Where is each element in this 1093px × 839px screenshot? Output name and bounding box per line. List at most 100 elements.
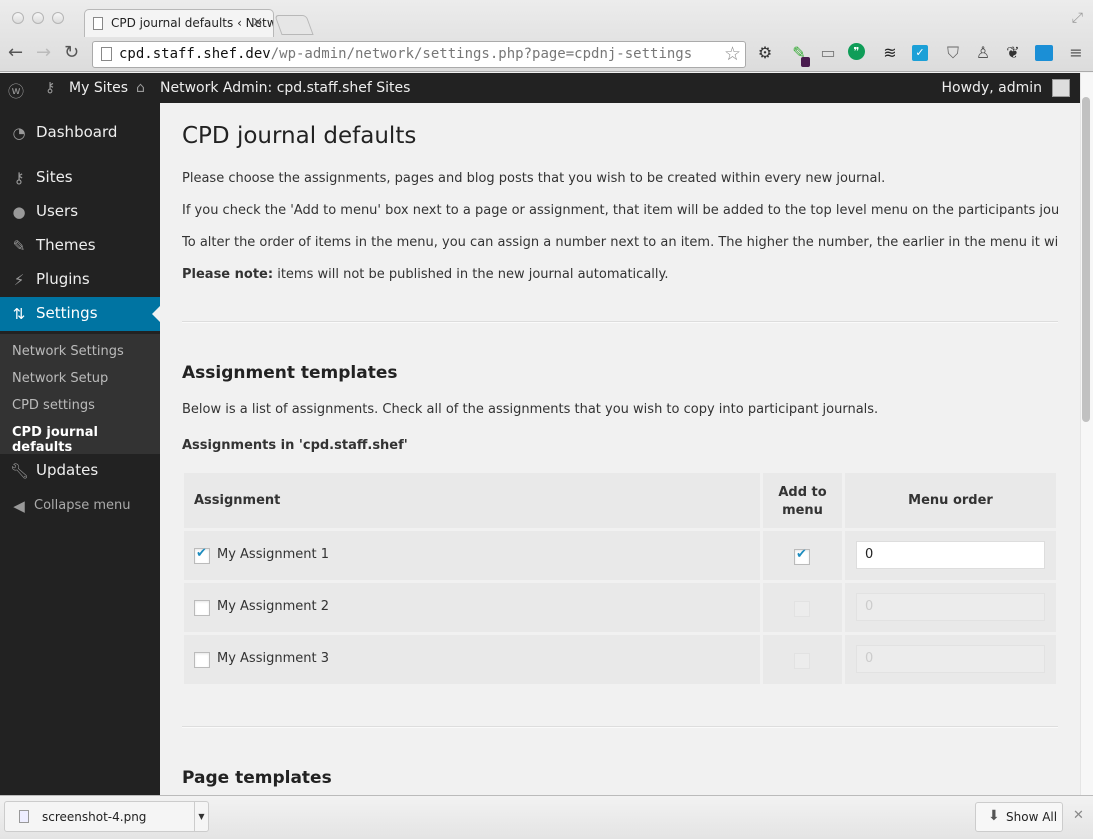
assignment-checkbox[interactable] — [194, 600, 210, 616]
sidebar-item-label: Sites — [36, 168, 73, 186]
home-icon: ⌂ — [136, 80, 145, 96]
downloads-bar: screenshot-4.png ▼ ⬇ Show All ✕ — [0, 795, 1093, 839]
back-icon[interactable]: ← — [8, 42, 23, 63]
sidebar-item-users[interactable]: ● Users — [0, 195, 160, 229]
main-content: CPD journal defaults Please choose the a… — [182, 103, 1058, 795]
sidebar-item-label: Themes — [36, 236, 96, 254]
add-to-menu-checkbox[interactable] — [794, 653, 810, 669]
assignment-name: My Assignment 2 — [217, 599, 329, 614]
howdy-link[interactable]: Howdy, admin — [942, 80, 1042, 96]
assignment-checkbox[interactable] — [194, 546, 210, 564]
browser-chrome: CPD journal defaults ‹ Netw × ⤢ ← → ↻ cp… — [0, 0, 1093, 72]
bookmark-star-icon[interactable]: ☆ — [724, 43, 741, 65]
forward-icon[interactable]: → — [36, 42, 51, 63]
key-icon: ⚷ — [45, 80, 56, 96]
menu-order-input[interactable]: 0 — [856, 541, 1045, 569]
column-label: menu — [782, 503, 823, 518]
divider — [182, 726, 1058, 728]
submenu-cpd-settings[interactable]: CPD settings — [12, 398, 95, 413]
close-downloads-icon[interactable]: ✕ — [1073, 808, 1084, 823]
page-icon — [101, 47, 112, 61]
collapse-menu-button[interactable]: ◀ Collapse menu — [0, 491, 160, 525]
sidebar-item-label: Dashboard — [36, 123, 118, 141]
download-menu-button[interactable]: ▼ — [194, 802, 208, 831]
assignment-name: My Assignment 1 — [217, 547, 329, 562]
close-window-button[interactable] — [12, 12, 24, 24]
column-label: Add to — [778, 485, 827, 500]
network-admin-link[interactable]: Network Admin: cpd.staff.shef Sites — [160, 80, 410, 96]
submenu-network-settings[interactable]: Network Settings — [12, 344, 124, 359]
wordpress-logo-icon[interactable]: ⓦ — [8, 78, 24, 102]
assignment-cell: My Assignment 1 — [184, 531, 760, 580]
menu-order-cell: 0 — [845, 583, 1056, 632]
fullscreen-icon[interactable]: ⤢ — [1072, 10, 1083, 26]
table-header: Assignment Add to menu Menu order — [184, 473, 1056, 528]
pocket-icon[interactable]: ⛉ — [943, 43, 963, 63]
url-host: cpd.staff.shef.dev — [119, 46, 271, 62]
sidebar-item-label: Plugins — [36, 270, 90, 288]
gear-icon[interactable]: ⚙ — [755, 43, 775, 63]
add-to-menu-cell — [763, 531, 842, 580]
submenu-network-setup[interactable]: Network Setup — [12, 371, 108, 386]
download-item[interactable]: screenshot-4.png ▼ — [4, 801, 209, 832]
scrollbar-thumb[interactable] — [1082, 97, 1090, 422]
lamp-icon[interactable]: ♙ — [973, 43, 993, 63]
page-icon — [93, 17, 103, 30]
add-to-menu-cell — [763, 635, 842, 684]
checkbox-ext-icon[interactable]: ✓ — [912, 45, 928, 61]
sidebar-item-label: Users — [36, 202, 79, 220]
show-all-button[interactable]: ⬇ Show All — [975, 802, 1063, 832]
reload-icon[interactable]: ↻ — [64, 42, 79, 63]
menu-order-cell: 0 — [845, 531, 1056, 580]
brush-icon: ✎ — [12, 237, 26, 255]
show-all-label: Show All — [1006, 810, 1058, 824]
evernote-icon[interactable]: ❦ — [1003, 43, 1023, 63]
key-icon: ⚷ — [13, 169, 25, 187]
add-to-menu-checkbox[interactable] — [794, 601, 810, 617]
page-templates-heading: Page templates — [182, 768, 332, 788]
wrench-icon: 🔧︎ — [10, 462, 30, 480]
add-to-menu-cell — [763, 583, 842, 632]
tab-title: CPD journal defaults ‹ Netw — [111, 16, 274, 30]
admin-bar: ⓦ ⚷ My Sites ⌂ Network Admin: cpd.staff.… — [0, 73, 1080, 103]
sidebar-item-plugins[interactable]: ⚡ Plugins — [0, 263, 160, 297]
plug-icon: ⚡ — [13, 271, 25, 289]
close-tab-icon[interactable]: × — [252, 15, 263, 30]
add-to-menu-checkbox[interactable] — [794, 547, 810, 565]
buffer-icon[interactable]: ≋ — [880, 43, 900, 63]
intro-text: Please choose the assignments, pages and… — [182, 171, 886, 186]
submenu-cpd-journal-defaults[interactable]: CPD journal defaults — [12, 425, 160, 455]
assignments-description: Below is a list of assignments. Check al… — [182, 402, 879, 417]
sidebar-item-themes[interactable]: ✎ Themes — [0, 229, 160, 263]
menu-order-input[interactable]: 0 — [856, 645, 1045, 673]
menu-order-cell: 0 — [845, 635, 1056, 684]
assignment-cell: My Assignment 2 — [184, 583, 760, 632]
browser-tab[interactable]: CPD journal defaults ‹ Netw × — [84, 9, 274, 37]
collapse-icon: ◀ — [13, 497, 25, 515]
note-body: items will not be published in the new j… — [273, 267, 669, 282]
sidebar-item-settings[interactable]: ⇅ Settings — [0, 297, 160, 331]
sidebar-item-updates[interactable]: 🔧︎ Updates — [0, 454, 160, 488]
intro-text: If you check the 'Add to menu' box next … — [182, 203, 1058, 218]
screenshot-icon[interactable] — [1035, 45, 1053, 61]
chrome-menu-icon[interactable]: ≡ — [1066, 43, 1086, 63]
column-add-to-menu: Add to menu — [763, 473, 842, 528]
hangouts-icon[interactable]: ❞ — [848, 43, 865, 60]
eyedropper-swatch — [801, 57, 810, 67]
table-row: My Assignment 1 0 — [184, 531, 1056, 580]
minimize-window-button[interactable] — [32, 12, 44, 24]
avatar[interactable] — [1052, 79, 1070, 97]
sidebar-item-dashboard[interactable]: ◔ Dashboard — [0, 116, 160, 150]
intro-text: To alter the order of items in the menu,… — [182, 235, 1058, 250]
new-tab-button[interactable] — [274, 15, 314, 35]
menu-order-input[interactable]: 0 — [856, 593, 1045, 621]
assignment-checkbox[interactable] — [194, 652, 210, 668]
address-bar[interactable]: cpd.staff.shef.dev/wp-admin/network/sett… — [92, 41, 746, 68]
maximize-window-button[interactable] — [52, 12, 64, 24]
page-title: CPD journal defaults — [182, 123, 417, 149]
download-arrow-icon: ⬇ — [988, 808, 1000, 824]
cast-icon[interactable]: ▭ — [818, 43, 838, 63]
sidebar-item-sites[interactable]: ⚷ Sites — [0, 161, 160, 195]
my-sites-link[interactable]: My Sites — [69, 80, 128, 96]
download-filename: screenshot-4.png — [42, 810, 147, 824]
